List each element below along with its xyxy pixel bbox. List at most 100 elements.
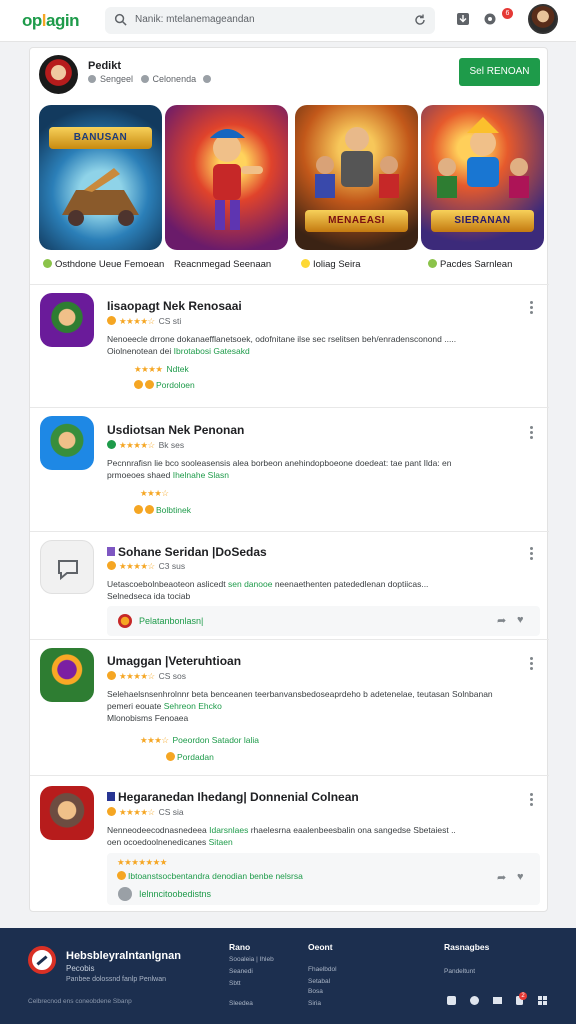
hero-art [210, 129, 263, 230]
share-icon[interactable]: ➦ [497, 614, 506, 627]
featured-label-3[interactable]: Ioliag Seira [301, 259, 361, 270]
more-vert-icon[interactable] [530, 793, 534, 807]
featured-tile-2[interactable] [165, 105, 288, 250]
app-sub-panel: ★★★★★★★ Ibtoanstsocbentandra denodian be… [107, 853, 540, 905]
game-icon [301, 259, 310, 268]
app-title[interactable]: Hegaranedan Ihedang| Donnenial Colnean [107, 790, 359, 804]
featured-banner: MENAEASI [305, 210, 408, 232]
divider [30, 284, 549, 285]
search-input[interactable]: Nanik: mtelanemageandan [105, 7, 435, 34]
featured-tile-3[interactable]: MENAEASI [295, 105, 418, 250]
app-description: Uetascoebolnbeaoteon aslicedt sen danooe… [107, 579, 429, 601]
app-title[interactable]: Umaggan |Veteruhtioan [107, 654, 241, 668]
app-description: Nenneodeecodnasnedeea Idarsnlaes rhaeles… [107, 825, 456, 847]
app-title[interactable]: Usdiotsan Nek Penonan [107, 423, 244, 437]
sub-label[interactable]: Pelatanbonlasn| [139, 616, 203, 626]
footer: Hebsbleyralntanlgnan Pecobis Panbee dolo… [0, 928, 576, 1024]
footer-link[interactable]: Sbtt [229, 980, 241, 987]
footer-subtitle: Pecobis [66, 964, 95, 973]
badge-icon [107, 807, 116, 816]
follow-button[interactable]: Sel RENOAN [459, 58, 540, 86]
app-link[interactable]: Ihelnahe Slasn [173, 470, 229, 480]
divider [30, 531, 549, 532]
rating-detail: ★★★☆ Poeordon Satador lalia [140, 735, 259, 745]
footer-tagline: Panbee dolossnd fanlp Penlwan [66, 976, 167, 983]
featured-tile-4[interactable]: SIERANAN [421, 105, 544, 250]
footer-logo [28, 946, 56, 974]
heart-icon[interactable]: ♥ [517, 614, 524, 626]
heart-icon[interactable]: ♥ [517, 871, 524, 883]
sub-label[interactable]: Ielnncitoobedistns [139, 889, 211, 899]
app-description: Nenoeecle drrone dokanaefflanetsoek, odo… [107, 334, 457, 356]
game-icon [43, 259, 52, 268]
more-vert-icon[interactable] [530, 426, 534, 440]
developer-row: Pordoloen [134, 380, 195, 390]
search-placeholder: Nanik: mtelanemageandan [135, 14, 255, 25]
globe-icon [140, 75, 149, 83]
badge-icon [107, 561, 116, 570]
team-art [437, 117, 529, 198]
share-icon[interactable]: ➦ [497, 871, 506, 884]
chat-icon[interactable] [469, 995, 480, 1006]
chat-icon [58, 560, 78, 581]
list-item[interactable]: Umaggan |Veteruhtioan ★★★★☆ CS sos Seleha… [30, 645, 549, 775]
more-vert-icon[interactable] [530, 657, 534, 671]
divider [30, 639, 549, 640]
location-icon [88, 75, 96, 83]
app-title[interactable]: Iisaopagt Nek Renosaai [107, 299, 242, 313]
developer-meta: Sengeel Celonenda [88, 74, 215, 84]
footer-brand: Hebsbleyralntanlgnan [66, 950, 181, 962]
developer-panel: Pedikt Sengeel Celonenda Sel RENOAN BANU… [29, 47, 549, 912]
notification-badge: 6 [502, 8, 513, 19]
footer-column-heading: Oeont [308, 942, 333, 952]
more-vert-icon[interactable] [530, 301, 534, 315]
list-item[interactable]: Iisaopagt Nek Renosaai ★★★★☆ CS sti Nenoe… [30, 291, 549, 407]
rating-detail: ★★★★★★★ [117, 857, 167, 867]
footer-link[interactable]: Siria [308, 1000, 321, 1007]
info-icon [202, 75, 211, 83]
footer-link[interactable]: Seanedi [229, 968, 253, 975]
app-link[interactable]: Ibrotabosi Gatesakd [174, 346, 250, 356]
rating-row: ★★★★☆ CS sia [107, 807, 184, 818]
settings-icon[interactable] [482, 11, 498, 27]
footer-link[interactable]: Sleedea [229, 1000, 253, 1007]
download-icon[interactable] [455, 11, 471, 27]
footer-link[interactable]: Sooaleia | Ihleb [229, 956, 274, 963]
app-description: Selehaelsnsenhrolnnr beta benceanen teer… [107, 689, 493, 723]
footer-link[interactable]: Bosa [308, 988, 323, 995]
developer-name: Pedikt [88, 60, 122, 72]
mail-icon[interactable] [492, 995, 503, 1006]
featured-label-1[interactable]: Osthdone Ueue Femoean [43, 259, 164, 270]
list-item[interactable]: Usdiotsan Nek Penonan ★★★★☆ Bk ses Pecnnr… [30, 413, 549, 531]
featured-label-2[interactable]: Reacnmegad Seenaan [174, 259, 271, 270]
footer-column-heading: Rasnagbes [444, 942, 490, 952]
divider [30, 775, 549, 776]
app-icon [40, 416, 94, 470]
share-icon[interactable] [446, 995, 457, 1006]
app-link[interactable]: Sitaen [209, 837, 233, 847]
app-title[interactable]: Sohane Seridan |DoSedas [107, 545, 267, 559]
grid-icon[interactable] [537, 995, 548, 1006]
app-icon [40, 540, 94, 594]
catapult-art [62, 168, 139, 226]
rating-row: ★★★★☆ Bk ses [107, 440, 184, 451]
featured-label-4[interactable]: Pacdes Sarnlean [428, 259, 512, 270]
footer-link[interactable]: Pandeltunt [444, 968, 475, 975]
avatar[interactable] [528, 4, 558, 34]
footer-link[interactable]: Setabal [308, 978, 330, 985]
rating-detail: ★★★☆ [140, 488, 169, 498]
list-item[interactable]: Hegaranedan Ihedang| Donnenial Colnean ★… [30, 781, 549, 909]
app-link[interactable]: Sehreon Ehcko [164, 701, 222, 711]
list-item[interactable]: Sohane Seridan |DoSedas ★★★★☆ C3 sus Ueta… [30, 537, 549, 639]
app-description: Pecnnrafisn lie bco sooleasensis alea bo… [107, 458, 452, 480]
developer-avatar [39, 55, 78, 94]
site-logo[interactable]: oplagin [22, 11, 79, 31]
more-vert-icon[interactable] [530, 547, 534, 561]
top-bar: oplagin Nanik: mtelanemageandan 6 [0, 0, 576, 42]
featured-tile-1[interactable]: BANUSAN [39, 105, 162, 250]
app-mini-icon [118, 887, 132, 901]
app-mini-icon [118, 614, 132, 628]
social-badge: 2 [519, 992, 527, 1000]
refresh-icon[interactable] [413, 13, 427, 27]
footer-link[interactable]: Fhaelbdol [308, 966, 337, 973]
